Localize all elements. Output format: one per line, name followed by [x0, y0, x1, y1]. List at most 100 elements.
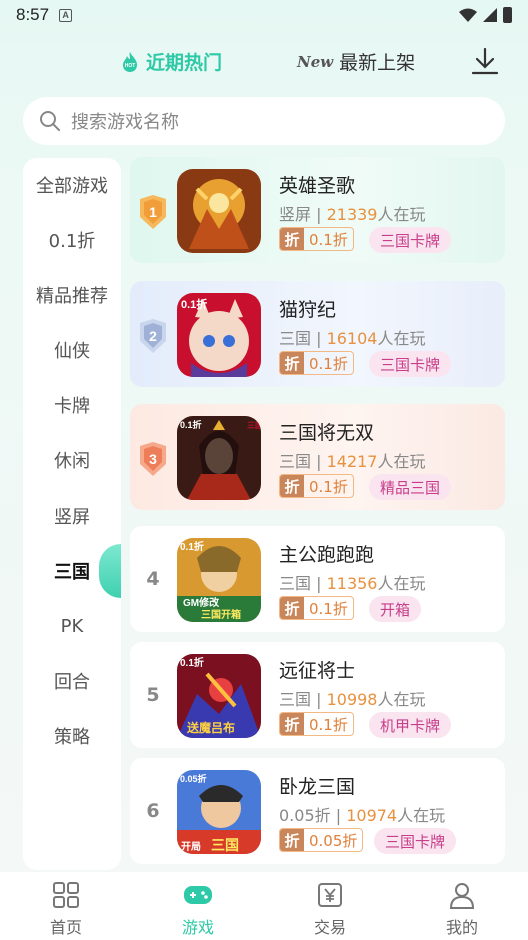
- svg-text:三国: 三国: [247, 420, 261, 430]
- svg-text:开局: 开局: [181, 841, 201, 853]
- notification-a-icon: A: [59, 8, 73, 22]
- svg-text:0.05折: 0.05折: [180, 773, 207, 784]
- game-meta: 三国 | 10998人在玩: [279, 690, 426, 709]
- sidebar-item-card[interactable]: 卡牌: [23, 385, 121, 425]
- player-count: 11356: [326, 574, 378, 593]
- discount-badge: 折 0.1折: [279, 227, 354, 251]
- gamepad-icon: [184, 886, 212, 904]
- game-icon: 0.1折 GM修改 三国开箱: [177, 538, 261, 622]
- signal-icon: [483, 8, 497, 22]
- game-icon: [177, 169, 261, 253]
- discount-badge: 折 0.1折: [279, 351, 354, 375]
- svg-text:2: 2: [149, 328, 157, 344]
- game-category: 0.05折: [279, 806, 331, 825]
- player-count: 16104: [326, 329, 378, 348]
- discount-value: 0.1折: [309, 715, 348, 734]
- game-name: 卧龙三国: [279, 776, 356, 798]
- rank-number: 6: [146, 800, 160, 822]
- svg-text:三国开箱: 三国开箱: [201, 608, 241, 621]
- nav-trade[interactable]: 交易: [264, 872, 396, 940]
- svg-text:3: 3: [149, 451, 157, 467]
- game-icon: 0.05折 开局 三国: [177, 770, 261, 854]
- discount-value: 0.1折: [309, 477, 348, 496]
- sidebar-item-casual[interactable]: 休闲: [23, 440, 121, 480]
- person-icon: [449, 883, 475, 909]
- game-icon: 0.1折 三国: [177, 416, 261, 500]
- grid-icon: [53, 882, 79, 908]
- bronze-medal-icon: 3: [140, 442, 166, 476]
- search-icon: [40, 111, 60, 131]
- game-list-item[interactable]: 3 0.1折 三国 三国将无双 三国 | 14217人在玩 折 0.1折 精品三…: [130, 404, 505, 510]
- nav-profile[interactable]: 我的: [396, 872, 528, 940]
- game-tag: 三国卡牌: [369, 227, 452, 253]
- player-count-suffix: 人在玩: [377, 690, 426, 709]
- sidebar-item-three-kingdoms[interactable]: 三国: [23, 551, 121, 591]
- discount-badge: 折 0.1折: [279, 474, 354, 498]
- discount-icon: 折: [280, 829, 304, 851]
- tab-recent-hot[interactable]: HOT 近期热门: [120, 48, 222, 75]
- tab-newest[interactable]: New 最新上架: [297, 48, 415, 75]
- game-category: 三国: [279, 452, 312, 471]
- sidebar-item-pk[interactable]: PK: [23, 606, 121, 646]
- gold-medal-icon: 1: [140, 195, 166, 229]
- discount-icon: 折: [280, 597, 304, 619]
- game-list-item[interactable]: 6 0.05折 开局 三国 卧龙三国 0.05折 | 10974人在玩 折 0.…: [130, 758, 505, 864]
- game-list-item[interactable]: 5 0.1折 送魔吕布 远征将士 三国 | 10998人在玩 折 0.1折 机甲…: [130, 642, 505, 748]
- discount-badge: 折 0.1折: [279, 712, 354, 736]
- status-time: 8:57: [16, 5, 50, 24]
- game-meta: 0.05折 | 10974人在玩: [279, 806, 446, 825]
- sidebar-item-0.1-discount[interactable]: 0.1折: [23, 220, 121, 260]
- nav-games[interactable]: 游戏: [132, 872, 264, 940]
- game-icon: 0.1折: [177, 293, 261, 377]
- game-tag: 精品三国: [369, 474, 452, 500]
- discount-icon: 折: [280, 475, 304, 497]
- player-count: 21339: [326, 205, 378, 224]
- game-name: 三国将无双: [279, 422, 375, 444]
- nav-profile-label: 我的: [445, 918, 478, 937]
- game-category: 三国: [279, 574, 312, 593]
- game-list-item[interactable]: 4 0.1折 GM修改 三国开箱 主公跑跑跑 三国 | 11356人在玩 折 0…: [130, 526, 505, 632]
- game-category: 三国: [279, 690, 312, 709]
- silver-medal-icon: 2: [140, 319, 166, 353]
- nav-games-label: 游戏: [181, 918, 214, 937]
- sidebar-item-recommended[interactable]: 精品推荐: [23, 275, 121, 315]
- flame-icon: HOT: [123, 51, 137, 72]
- game-meta: 竖屏 | 21339人在玩: [279, 205, 426, 224]
- discount-value: 0.1折: [309, 599, 348, 618]
- search-input[interactable]: 搜索游戏名称: [23, 97, 505, 145]
- game-name: 英雄圣歌: [279, 175, 356, 197]
- top-tabs: HOT 近期热门 New 最新上架: [0, 44, 528, 80]
- bottom-nav: 首页 游戏 交易 我的: [0, 872, 528, 940]
- player-count-suffix: 人在玩: [377, 452, 426, 471]
- svg-text:送魔吕布: 送魔吕布: [186, 720, 235, 735]
- category-sidebar: 全部游戏 0.1折 精品推荐 仙侠 卡牌 休闲 竖屏 三国 PK 回合 策略: [23, 158, 121, 870]
- rank-number: 4: [146, 568, 160, 590]
- svg-text:0.1折: 0.1折: [181, 297, 207, 311]
- discount-badge: 折 0.05折: [279, 828, 364, 852]
- game-icon: 0.1折 送魔吕布: [177, 654, 261, 738]
- download-button[interactable]: [470, 46, 500, 76]
- discount-value: 0.1折: [309, 354, 348, 373]
- svg-text:0.1折: 0.1折: [180, 419, 202, 430]
- sidebar-item-vertical[interactable]: 竖屏: [23, 496, 121, 536]
- sidebar-item-all[interactable]: 全部游戏: [23, 165, 121, 205]
- player-count: 14217: [326, 452, 378, 471]
- nav-home[interactable]: 首页: [0, 872, 132, 940]
- player-count-suffix: 人在玩: [377, 574, 426, 593]
- game-list-item[interactable]: 1 英雄圣歌 竖屏 | 21339人在玩 折 0.1折 三国卡牌: [130, 157, 505, 263]
- sidebar-item-xianxia[interactable]: 仙侠: [23, 330, 121, 370]
- player-count: 10998: [326, 690, 378, 709]
- sidebar-item-turn-based[interactable]: 回合: [23, 661, 121, 701]
- game-category: 竖屏: [279, 205, 312, 224]
- tab-recent-hot-label: 近期热门: [146, 52, 223, 74]
- game-tag: 机甲卡牌: [369, 712, 452, 738]
- game-list-item[interactable]: 2 0.1折 猫狩纪 三国 | 16104人在玩 折 0.1折 三国卡牌: [130, 281, 505, 387]
- discount-icon: 折: [280, 228, 304, 250]
- tab-newest-label: 最新上架: [339, 52, 416, 74]
- svg-text:GM修改: GM修改: [183, 596, 220, 609]
- svg-text:HOT: HOT: [125, 63, 136, 69]
- sidebar-item-strategy[interactable]: 策略: [23, 716, 121, 756]
- discount-badge: 折 0.1折: [279, 596, 354, 620]
- svg-text:三国: 三国: [211, 837, 239, 853]
- svg-text:0.1折: 0.1折: [180, 540, 204, 553]
